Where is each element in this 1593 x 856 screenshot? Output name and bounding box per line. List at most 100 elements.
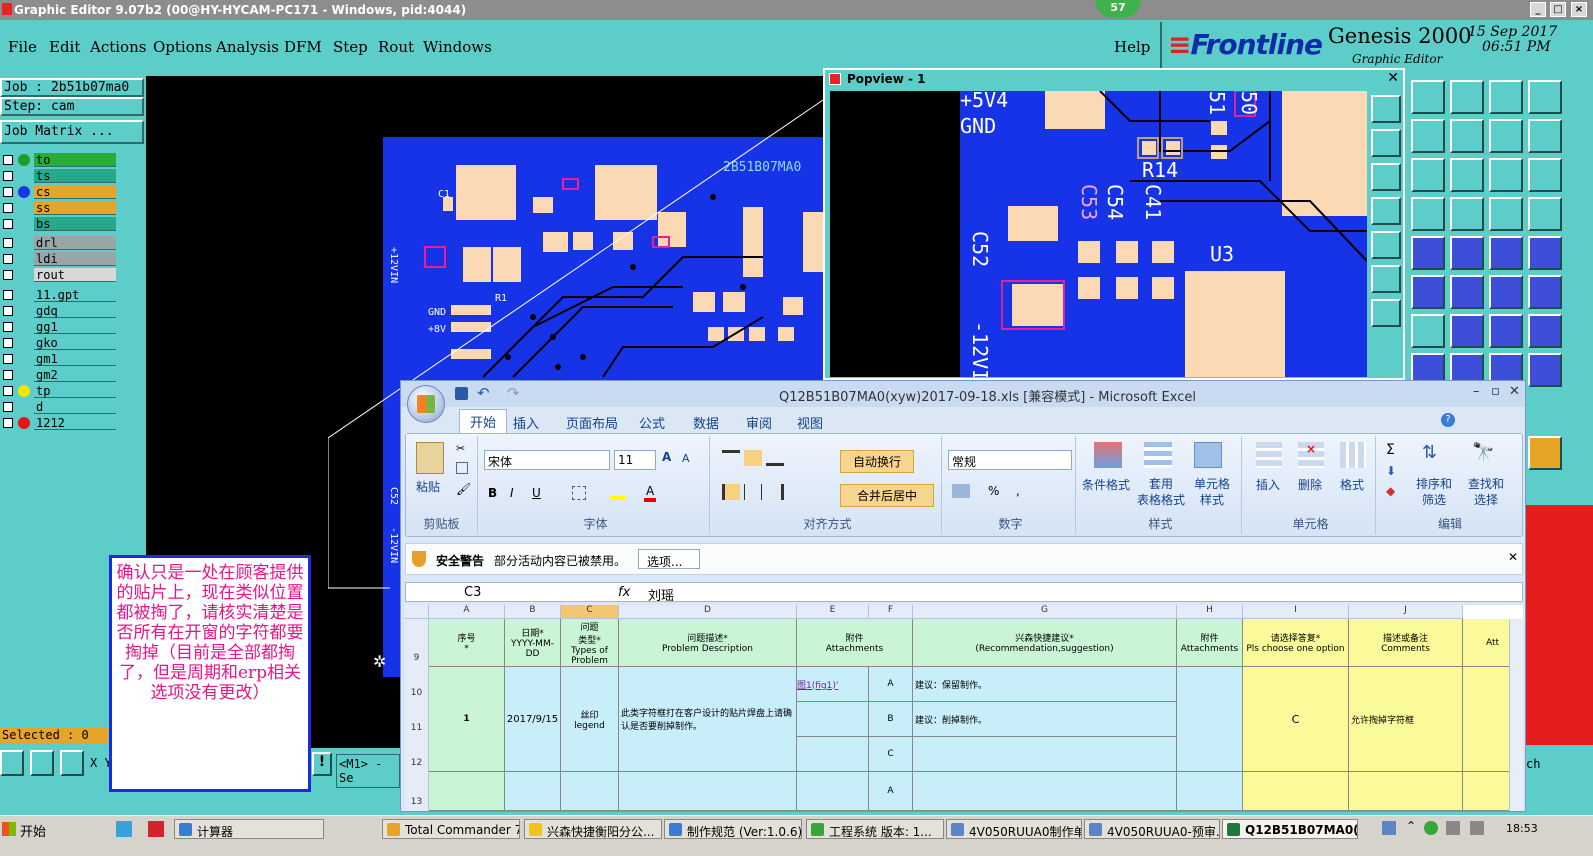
menu-dfm[interactable]: DFM [284,38,322,56]
layer-checkbox[interactable] [3,386,13,396]
currency-icon[interactable] [952,484,970,498]
layer-row-cs[interactable]: cs [0,185,116,199]
cell-empty[interactable] [1177,772,1243,811]
menu-options[interactable]: Options [153,38,212,56]
layer-name[interactable]: drl [34,236,116,250]
header-cell[interactable]: 兴森快捷建议* (Recommendation,suggestion) [913,619,1177,667]
layer-name[interactable]: 11.gpt [34,288,116,302]
tool-flip-icon[interactable] [1528,314,1562,348]
cell-empty[interactable] [505,772,561,811]
clear-icon[interactable]: ◆ [1386,484,1395,498]
table-format-button[interactable]: 套用 表格格式 [1136,476,1186,508]
cell-empty[interactable] [429,772,505,811]
align-bottom-icon[interactable] [766,450,784,466]
formula-input[interactable]: 刘瑶 [648,585,674,604]
cell-empty[interactable] [797,772,869,811]
layer-name[interactable]: gm1 [34,352,116,366]
layer-name[interactable]: tp [34,384,116,398]
row-header[interactable]: 13 [405,772,429,811]
sort-filter-button[interactable]: 排序和 筛选 [1414,476,1454,508]
tray-network-icon[interactable] [1382,821,1396,835]
taskbar-item[interactable]: 4V050RUUA0-预审... [1084,819,1220,839]
cell-suggestion-a[interactable]: 建议：保留制作。 [913,667,1177,702]
layer-row-tp[interactable]: tp [0,384,116,398]
start-button[interactable]: 开始 [0,819,52,840]
layer-row-ss[interactable]: ss [0,201,116,215]
redo-icon[interactable]: ↷ [507,384,520,402]
layer-checkbox[interactable] [3,354,13,364]
layer-checkbox[interactable] [3,155,13,165]
layer-name[interactable]: bs [34,217,116,231]
taskbar-item[interactable]: 兴森快捷衡阳分公... [524,819,662,839]
layer-name[interactable]: to [34,153,116,167]
tray-volume-icon[interactable] [1446,821,1460,835]
tool-board-icon[interactable] [1528,80,1562,114]
wrap-text-button[interactable]: 自动换行 [840,450,914,473]
pop-tool-fit[interactable] [1371,231,1401,259]
comma-button[interactable]: , [1016,484,1020,498]
layer-name[interactable]: cs [34,185,116,199]
layer-checkbox[interactable] [3,322,13,332]
menu-file[interactable]: File [8,38,37,56]
tool-down-icon[interactable] [1450,80,1484,114]
name-box[interactable]: C3 [464,585,481,600]
percent-button[interactable]: % [988,484,999,498]
taskbar-item[interactable]: 工程系统 版本: 1... [806,819,944,839]
taskbar-item[interactable]: 计算器 [174,819,324,839]
cell-empty[interactable] [913,737,1177,772]
align-right-icon[interactable] [766,484,784,500]
tool-left-arrow-icon[interactable] [1411,119,1445,153]
cell-option-b[interactable]: B [869,702,913,737]
grid-tool-icon[interactable] [60,750,84,776]
column-header[interactable]: A [429,605,505,619]
cell-empty[interactable] [1349,772,1463,811]
tool-draw-line-icon[interactable] [1411,314,1445,348]
header-cell[interactable]: 问题 类型* Types of Problem [561,619,619,667]
align-middle-icon[interactable] [744,450,762,466]
cell-answer[interactable]: C [1243,667,1349,772]
layer-row-gm2[interactable]: gm2 [0,368,116,382]
menu-actions[interactable]: Actions [90,38,146,56]
merge-center-button[interactable]: 合并后居中 [840,484,934,507]
format-icon[interactable] [1340,442,1366,468]
measure-tool-icon[interactable] [30,750,54,776]
header-cell[interactable]: 问题描述* Problem Description [619,619,797,667]
tool-ruler-icon[interactable] [1489,236,1523,270]
layer-name[interactable]: gg1 [34,320,116,334]
tool-node-icon[interactable] [1489,275,1523,309]
align-left-icon[interactable] [722,484,740,500]
font-name-select[interactable]: 宋体 [484,450,610,470]
pop-tool-zoom-out[interactable] [1371,163,1401,191]
layer-name[interactable]: rout [34,268,116,282]
save-icon[interactable] [455,387,468,400]
tool-snap-icon[interactable] [1411,197,1445,231]
cell-style-button[interactable]: 单元格 样式 [1190,476,1234,508]
tool-grid-icon[interactable] [1450,197,1484,231]
grow-font-button[interactable]: A [662,450,671,464]
paste-button[interactable]: 粘贴 [416,478,440,495]
help-icon[interactable]: ? [1441,413,1455,427]
tray-signal-icon[interactable] [1470,821,1484,835]
bold-button[interactable]: B [488,486,497,500]
tool-help-icon[interactable] [1528,158,1562,192]
cell-option-a[interactable]: A [869,772,913,811]
ribbon-tab-5[interactable]: 审阅 [746,413,772,432]
column-header[interactable]: E [797,605,869,619]
pdf-icon[interactable] [148,821,164,837]
tool-home-icon[interactable] [1411,80,1445,114]
taskbar-item[interactable]: Total Commander 7.... [382,819,520,839]
layer-name[interactable]: ldi [34,252,116,266]
undo-icon[interactable]: ↶ [477,384,490,402]
column-header[interactable]: I [1243,605,1349,619]
cell-empty[interactable] [797,737,869,772]
layer-row-drl[interactable]: drl [0,236,116,250]
cell-date[interactable]: 2017/9/15 [505,667,561,772]
excel-minimize-button[interactable]: – [1473,384,1480,399]
layer-checkbox[interactable] [3,418,13,428]
pop-tool-zoom-in[interactable] [1371,129,1401,157]
pop-tool-pan[interactable] [1371,197,1401,225]
row-header[interactable]: 9 [405,619,429,667]
layer-checkbox[interactable] [3,370,13,380]
insert-button[interactable]: 插入 [1256,476,1280,493]
layer-checkbox[interactable] [3,402,13,412]
